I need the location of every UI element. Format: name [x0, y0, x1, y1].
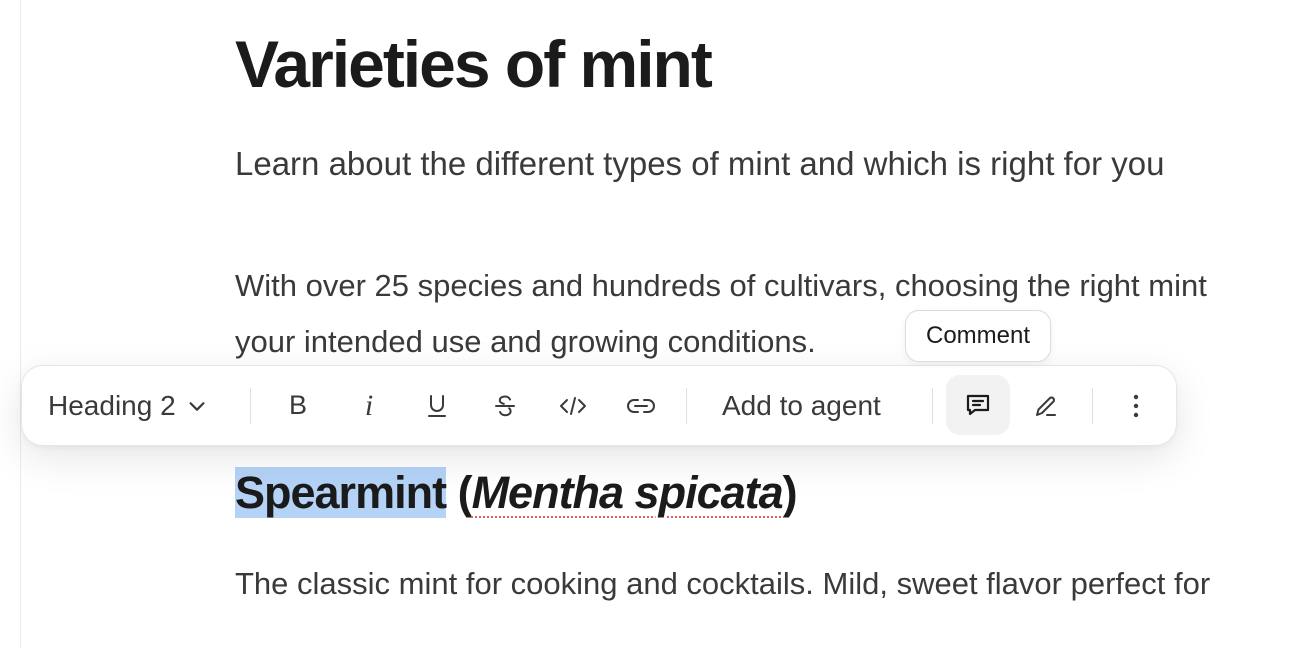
- pen-icon: [1033, 393, 1059, 419]
- underline-button[interactable]: [411, 366, 463, 445]
- left-divider: [20, 0, 21, 648]
- underline-icon: [425, 393, 449, 419]
- add-to-agent-label: Add to agent: [722, 389, 881, 421]
- tooltip-label: Comment: [925, 322, 1031, 349]
- heading-open-paren: (: [446, 467, 473, 518]
- selected-text[interactable]: Spearmint: [235, 467, 447, 518]
- heading-close-paren: ): [782, 467, 798, 518]
- strikethrough-icon: [493, 393, 517, 419]
- bold-icon: B: [288, 390, 307, 420]
- intro-paragraph[interactable]: With over 25 species and hundreds of cul…: [235, 258, 1207, 370]
- code-icon: [559, 395, 587, 417]
- page-title[interactable]: Varieties of mint: [235, 28, 713, 100]
- latin-name: Mentha spicata: [471, 467, 784, 518]
- page-subtitle[interactable]: Learn about the different types of mint …: [235, 144, 1164, 184]
- chevron-down-icon: [186, 395, 208, 417]
- toolbar-divider: [1092, 388, 1093, 424]
- editor-page: Varieties of mint Learn about the differ…: [0, 0, 1290, 648]
- italic-button[interactable]: i: [343, 366, 395, 445]
- add-to-agent-button[interactable]: Add to agent: [722, 366, 881, 445]
- strikethrough-button[interactable]: [479, 366, 531, 445]
- toolbar-divider: [932, 388, 933, 424]
- link-button[interactable]: [615, 366, 667, 445]
- more-vertical-icon: [1132, 393, 1140, 419]
- link-icon: [626, 396, 656, 416]
- toolbar-divider: [250, 388, 251, 424]
- code-button[interactable]: [547, 366, 599, 445]
- comment-icon: [964, 391, 992, 419]
- suggest-edit-button[interactable]: [1020, 366, 1072, 445]
- section-body[interactable]: The classic mint for cooking and cocktai…: [235, 564, 1210, 604]
- more-options-button[interactable]: [1110, 366, 1162, 445]
- toolbar-divider: [686, 388, 687, 424]
- italic-icon: i: [364, 388, 374, 422]
- intro-line-2: your intended use and growing conditions…: [235, 324, 816, 359]
- block-style-dropdown[interactable]: Heading 2: [48, 366, 208, 445]
- block-style-label: Heading 2: [48, 389, 176, 421]
- bold-button[interactable]: B: [272, 366, 324, 445]
- comment-button[interactable]: [946, 375, 1010, 435]
- intro-line-1: With over 25 species and hundreds of cul…: [235, 268, 1207, 303]
- formatting-toolbar: Heading 2 B i Add to agent: [21, 365, 1177, 446]
- comment-tooltip: Comment: [905, 310, 1051, 362]
- section-heading[interactable]: Spearmint (Mentha spicata): [235, 462, 798, 524]
